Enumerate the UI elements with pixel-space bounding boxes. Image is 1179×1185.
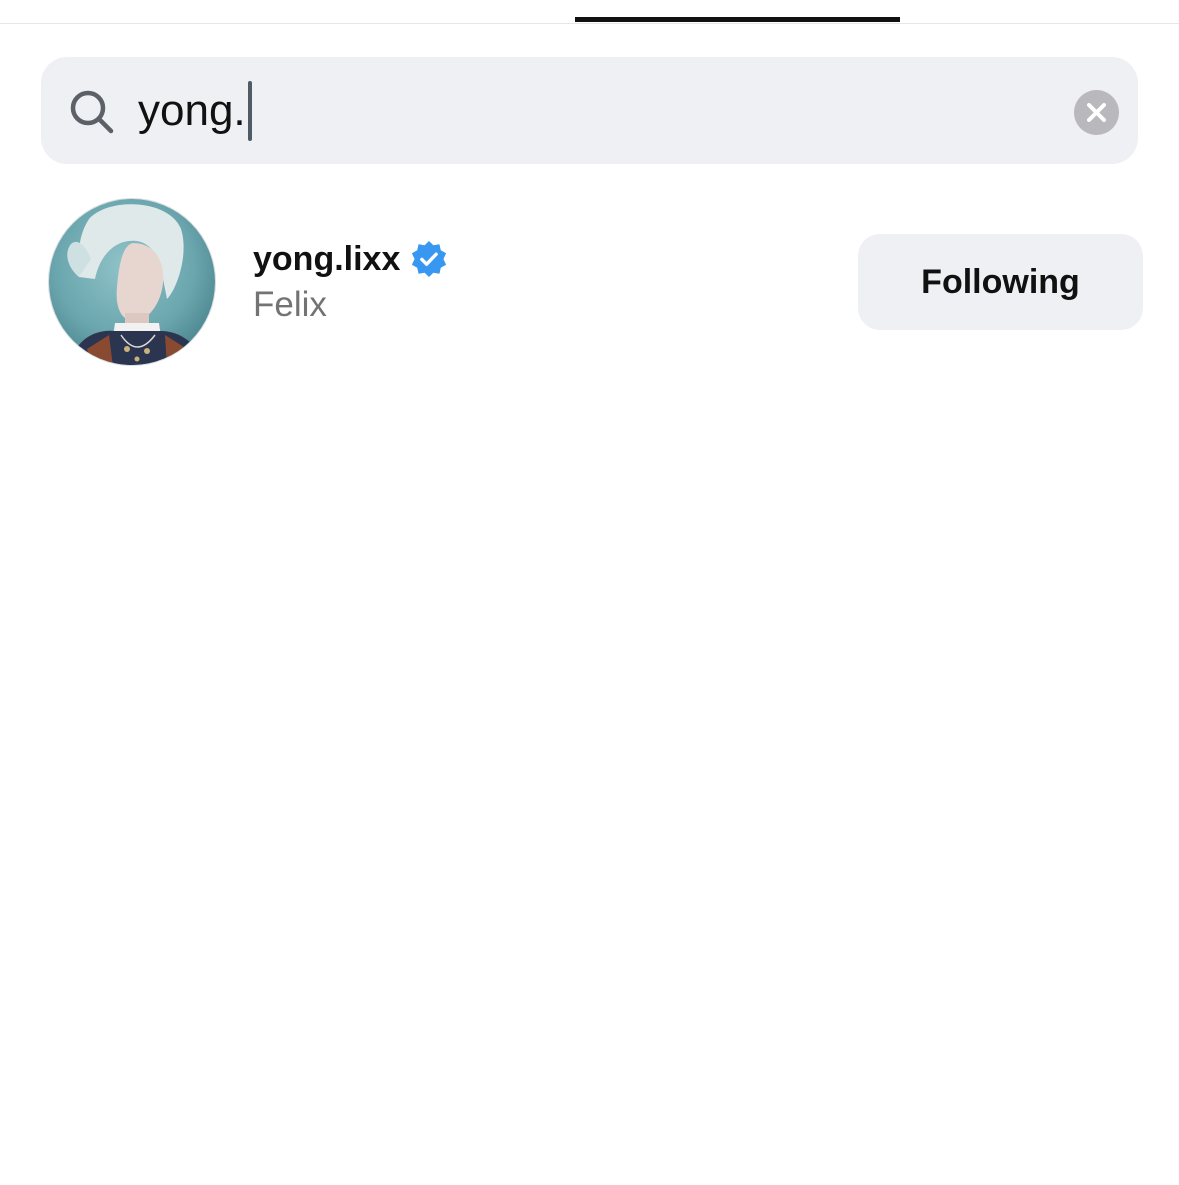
search-icon (70, 90, 114, 134)
text-caret (247, 81, 252, 141)
clear-search-button[interactable] (1074, 90, 1119, 135)
search-screen: yong. yong.lixx Felix Following (0, 0, 1179, 1185)
verified-badge-icon (412, 240, 447, 278)
search-query-text: yong. (138, 86, 246, 135)
tab-strip (0, 0, 1179, 24)
following-button[interactable]: Following (858, 234, 1143, 330)
username-line: yong.lixx (253, 236, 448, 282)
search-input[interactable]: yong. (138, 78, 252, 144)
search-result-row[interactable]: yong.lixx Felix Following (0, 190, 1179, 380)
display-name: Felix (253, 285, 327, 324)
close-icon (1087, 103, 1106, 122)
username[interactable]: yong.lixx (253, 240, 400, 279)
avatar[interactable] (48, 198, 216, 366)
active-tab-indicator (575, 17, 900, 22)
